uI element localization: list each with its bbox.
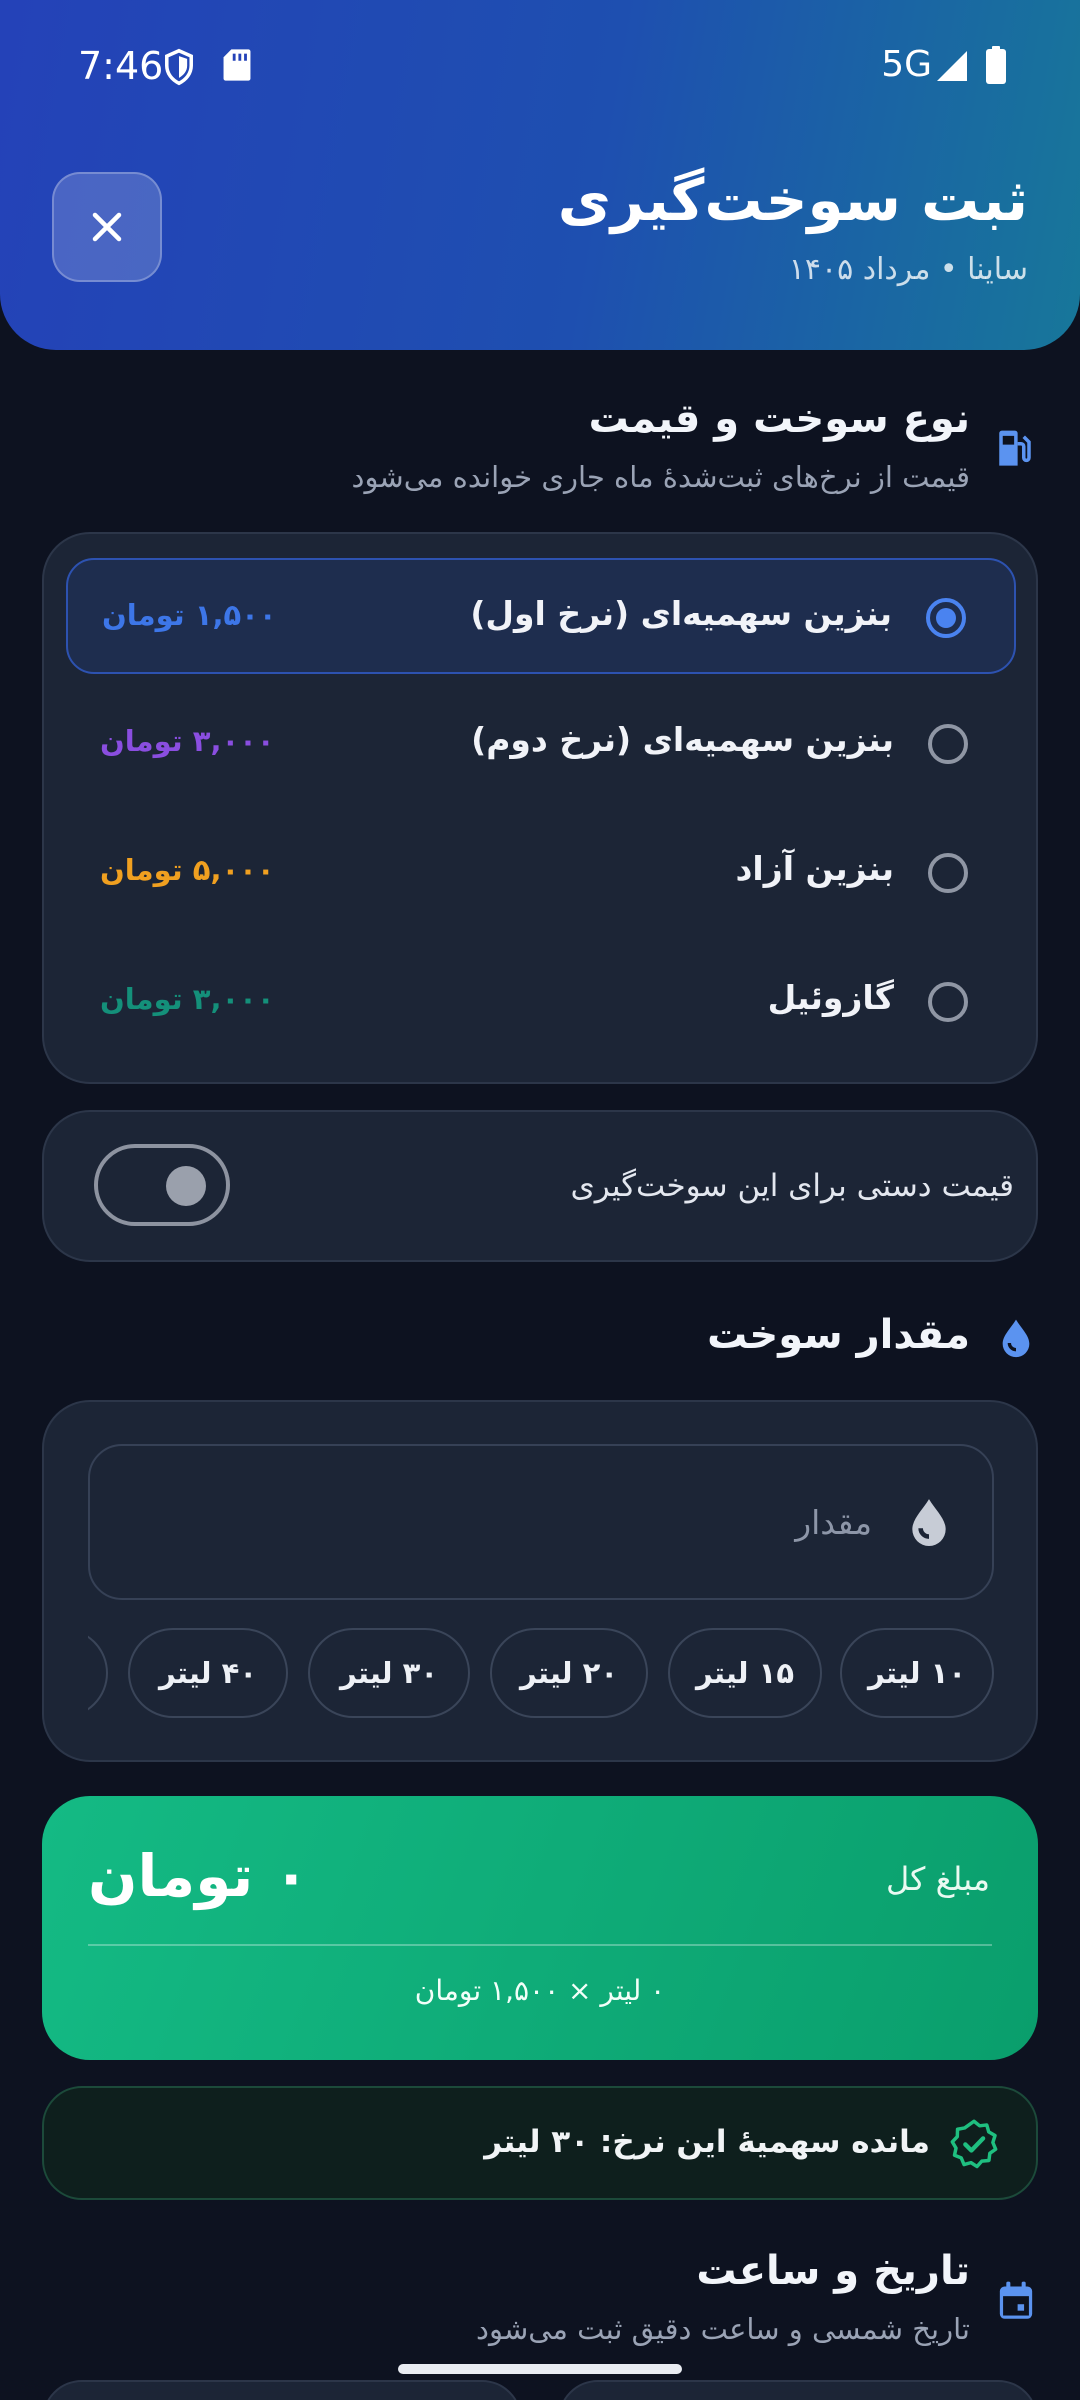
fuel-option-price: ۵,۰۰۰ تومان [100, 853, 275, 887]
amount-card: ۱۰ لیتر ۱۵ لیتر ۲۰ لیتر ۳۰ لیتر ۴۰ لیتر [42, 1400, 1038, 1762]
fuel-pump-icon [994, 428, 1036, 474]
total-label: مبلغ کل [885, 1860, 990, 1898]
close-button[interactable] [52, 172, 162, 282]
total-formula: ۰ لیتر × ۱,۵۰۰ تومان [414, 1974, 666, 2007]
fuel-section-subtitle: قیمت از نرخ‌های ثبت‌شدهٔ ماه جاری خوانده… [351, 460, 970, 494]
fuel-option-price: ۳,۰۰۰ تومان [100, 982, 275, 1016]
radio-selected-icon[interactable] [926, 598, 966, 638]
signal-icon [936, 50, 968, 86]
fuel-option-name: بنزین سهمیه‌ای (نرخ دوم) [471, 720, 894, 759]
chip-20-liter[interactable]: ۲۰ لیتر [490, 1628, 648, 1718]
drop-icon [904, 1494, 954, 1554]
fuel-option-name: بنزین آزاد [735, 849, 894, 888]
page-subtitle: ساینا • مرداد ۱۴۰۵ [788, 252, 1028, 287]
fuel-option-3[interactable]: بنزین آزاد ۵,۰۰۰ تومان [66, 815, 1016, 931]
fuel-option-price: ۱,۵۰۰ تومان [102, 598, 277, 632]
verified-badge-icon [948, 2118, 1000, 2174]
fuel-option-price: ۳,۰۰۰ تومان [100, 724, 275, 758]
header: 7:46 5G ثبت سوخت‌گیری ساینا • مرداد ۱۴۰۵ [0, 0, 1080, 350]
network-type: 5G [881, 44, 932, 85]
page-title: ثبت سوخت‌گیری [557, 166, 1028, 234]
amount-section-title: مقدار سوخت [707, 1312, 970, 1358]
home-indicator[interactable] [398, 2364, 682, 2374]
fuel-section-title: نوع سوخت و قیمت [588, 396, 970, 442]
sd-card-icon [222, 48, 252, 86]
radio-unselected-icon[interactable] [928, 724, 968, 764]
chip-30-liter[interactable]: ۳۰ لیتر [308, 1628, 470, 1718]
status-time: 7:46 [78, 44, 164, 88]
fuel-option-name: بنزین سهمیه‌ای (نرخ اول) [470, 594, 892, 633]
chip-partial[interactable] [88, 1628, 108, 1718]
manual-price-label: قیمت دستی برای این سوخت‌گیری [570, 1168, 1014, 1204]
divider [88, 1944, 992, 1946]
chip-40-liter[interactable]: ۴۰ لیتر [128, 1628, 288, 1718]
status-bar: 7:46 5G [0, 0, 1080, 130]
amount-input[interactable] [272, 1486, 872, 1558]
shield-icon [162, 48, 196, 90]
total-card: مبلغ کل ۰ تومان ۰ لیتر × ۱,۵۰۰ تومان [42, 1796, 1038, 2060]
fuel-type-card: بنزین سهمیه‌ای (نرخ اول) ۱,۵۰۰ تومان بنز… [42, 532, 1038, 1084]
quota-banner: مانده سهمیهٔ این نرخ: ۳۰ لیتر [42, 2086, 1038, 2200]
radio-unselected-icon[interactable] [928, 982, 968, 1022]
drop-icon [996, 1316, 1036, 1364]
battery-icon [986, 46, 1006, 88]
datetime-section-title: تاریخ و ساعت [696, 2248, 970, 2294]
chip-10-liter[interactable]: ۱۰ لیتر [840, 1628, 994, 1718]
manual-price-card: قیمت دستی برای این سوخت‌گیری [42, 1110, 1038, 1262]
time-picker-card[interactable] [42, 2380, 522, 2400]
toggle-knob [166, 1166, 206, 1206]
chip-15-liter[interactable]: ۱۵ لیتر [668, 1628, 822, 1718]
total-amount: ۰ تومان [88, 1842, 309, 1910]
radio-unselected-icon[interactable] [928, 853, 968, 893]
fuel-option-name: گازوئیل [767, 978, 894, 1017]
quick-amount-chips: ۱۰ لیتر ۱۵ لیتر ۲۰ لیتر ۳۰ لیتر ۴۰ لیتر [88, 1628, 994, 1720]
close-icon [92, 212, 122, 242]
manual-price-toggle[interactable] [94, 1144, 230, 1226]
datetime-section-subtitle: تاریخ شمسی و ساعت دقیق ثبت می‌شود [476, 2312, 970, 2346]
fuel-option-4[interactable]: گازوئیل ۳,۰۰۰ تومان [66, 944, 1016, 1060]
fuel-option-2[interactable]: بنزین سهمیه‌ای (نرخ دوم) ۳,۰۰۰ تومان [66, 686, 1016, 802]
calendar-icon [996, 2280, 1036, 2326]
date-picker-card[interactable] [558, 2380, 1038, 2400]
fuel-option-1[interactable]: بنزین سهمیه‌ای (نرخ اول) ۱,۵۰۰ تومان [66, 558, 1016, 674]
quota-text: مانده سهمیهٔ این نرخ: ۳۰ لیتر [484, 2124, 930, 2160]
amount-field[interactable] [88, 1444, 994, 1600]
